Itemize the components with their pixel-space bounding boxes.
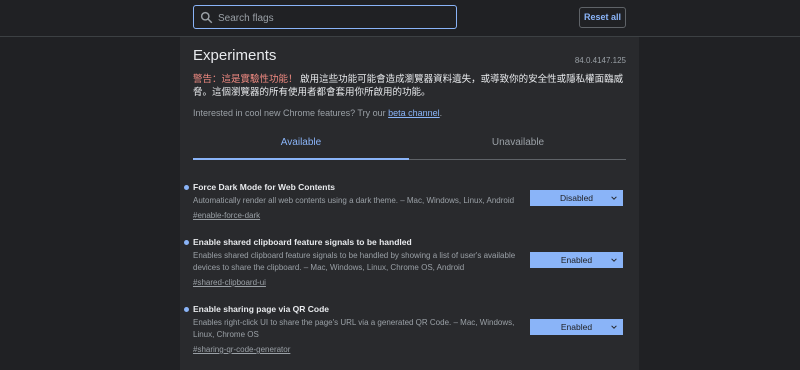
experiment-tag-link[interactable]: #shared-clipboard-ui [193,277,626,288]
experiment-name: Enable shared clipboard feature signals … [193,237,412,247]
select-value: Enabled [560,255,593,265]
experiment-name: Enable sharing page via QR Code [193,304,330,314]
reset-all-button[interactable]: Reset all [579,7,626,28]
page-title: Experiments [193,47,277,64]
experiment-state-select[interactable]: Enabled [530,319,623,335]
promo-label: Interested in cool new Chrome features? … [193,108,386,118]
experiment-state-select[interactable]: Enabled [530,252,623,268]
experiment-tag-link[interactable]: #sharing-qr-code-generator [193,344,626,355]
chevron-down-icon [611,258,617,262]
warning-message: 警告：這是實驗性功能！ 啟用這些功能可能會造成瀏覽器資料遺失，或導致你的安全性或… [193,73,626,99]
experiment-state-select[interactable]: Disabled [530,190,623,206]
experiment-description: Enables shared clipboard feature signals… [193,251,516,272]
promo-end: . [439,108,443,118]
experiment-item: Force Dark Mode for Web Contents Automat… [184,182,626,221]
experiment-item: Enable sharing page via QR Code Enables … [184,304,626,355]
top-bar: Reset all [0,0,800,37]
tab-available[interactable]: Available [193,134,409,160]
search-box[interactable] [193,5,457,29]
experiments-panel: Experiments 84.0.4147.125 警告：這是實驗性功能！ 啟用… [180,37,639,370]
search-icon [200,11,213,24]
new-indicator-dot [184,307,189,312]
promo-text: Interested in cool new Chrome features? … [193,108,442,118]
new-indicator-dot [184,240,189,245]
select-value: Enabled [560,322,593,332]
experiment-item: Enable shared clipboard feature signals … [184,237,626,288]
experiment-tag-link[interactable]: #enable-force-dark [193,210,626,221]
experiment-description: Enables right-click UI to share the page… [193,318,515,339]
experiment-description: Automatically render all web contents us… [193,196,515,205]
new-indicator-dot [184,185,189,190]
warning-label: 警告：這是實驗性功能！ [193,74,298,85]
chevron-down-icon [611,325,617,329]
beta-channel-link[interactable]: beta channel [388,108,440,118]
tab-unavailable[interactable]: Unavailable [410,134,626,158]
version-label: 84.0.4147.125 [574,56,626,65]
search-input[interactable] [216,8,450,28]
select-value: Disabled [559,193,594,203]
tab-bar: Available Unavailable [193,134,626,160]
chevron-down-icon [611,196,617,200]
